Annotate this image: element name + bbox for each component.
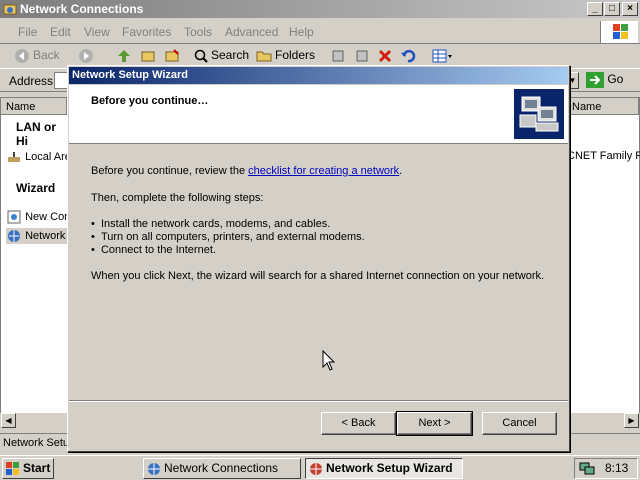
wizard-heading: Before you continue… — [91, 95, 209, 107]
copy-icon[interactable] — [354, 48, 370, 64]
back-arrow-icon — [15, 49, 29, 63]
start-button[interactable]: Start — [2, 458, 54, 479]
list-item-network-setup[interactable]: Network — [6, 228, 70, 244]
new-connection-wizard-icon — [7, 210, 21, 224]
system-tray: 8:13 — [574, 458, 638, 479]
maximize-button[interactable]: □ — [604, 2, 620, 16]
list-item-cnet-family[interactable]: CNET Family PC — [567, 150, 640, 162]
task-network-setup-wizard[interactable]: Network Setup Wizard — [305, 458, 463, 479]
back-button[interactable]: Back — [33, 48, 60, 62]
list-item-local-area[interactable]: Local Are — [6, 150, 71, 164]
views-icon[interactable] — [432, 48, 454, 64]
menu-advanced[interactable]: Advanced — [225, 25, 278, 39]
list-item-label: Network — [25, 229, 66, 242]
name-column-header-right[interactable]: Name — [567, 98, 639, 115]
checklist-link[interactable]: checklist for creating a network — [248, 165, 399, 177]
group-header-wizard: Wizard — [16, 181, 56, 195]
network-tray-icon[interactable] — [579, 461, 595, 476]
step-text: Turn on all computers, printers, and ext… — [100, 231, 365, 243]
search-icon — [194, 49, 208, 63]
step-item: • Turn on all computers, printers, and e… — [91, 231, 365, 243]
start-label: Start — [23, 461, 51, 475]
menu-view[interactable]: View — [84, 25, 110, 39]
network-folder-icon — [3, 4, 17, 15]
list-item-label: Local Are — [25, 150, 71, 163]
next-button[interactable]: Next > — [396, 411, 473, 436]
go-button[interactable]: Go — [586, 72, 623, 88]
wizard-header: Before you continue… — [69, 85, 568, 144]
lan-connection-icon — [8, 152, 20, 162]
network-setup-wizard-icon — [310, 463, 322, 475]
explorer-titlebar[interactable]: Network Connections _ □ × — [0, 0, 640, 18]
menu-help[interactable]: Help — [289, 25, 314, 39]
next-note: When you click Next, the wizard will sea… — [91, 270, 545, 282]
search-button[interactable]: Search — [211, 48, 249, 62]
go-label: Go — [607, 72, 624, 87]
move-to-icon[interactable] — [140, 48, 156, 64]
network-computers-icon — [514, 89, 564, 139]
file-list-right: Name CNET Family PC — [566, 97, 640, 427]
address-input[interactable] — [54, 72, 68, 89]
step-text: Install the network cards, modems, and c… — [100, 218, 331, 230]
list-item-label: New Con — [25, 210, 71, 223]
step-item: • Connect to the Internet. — [91, 244, 216, 256]
mouse-pointer-icon — [322, 350, 336, 371]
menu-favorites[interactable]: Favorites — [122, 25, 171, 39]
wizard-separator — [69, 400, 568, 402]
go-arrow-icon — [586, 72, 604, 88]
undo-icon[interactable] — [400, 48, 416, 64]
delete-icon[interactable] — [377, 48, 393, 64]
task-network-connections[interactable]: Network Connections — [143, 458, 301, 479]
copy-to-icon[interactable] — [164, 48, 180, 64]
network-setup-wizard-dialog: Network Setup Wizard Before you continue… — [67, 65, 570, 452]
menu-file[interactable]: File — [18, 25, 37, 39]
standard-toolbar: Back Search Folders — [0, 45, 640, 67]
menu-tools[interactable]: Tools — [184, 25, 212, 39]
windows-flag-icon — [6, 462, 19, 475]
back-button[interactable]: < Back — [321, 412, 396, 435]
wizard-titlebar[interactable]: Network Setup Wizard — [69, 67, 568, 84]
step-text: Connect to the Internet. — [100, 244, 216, 256]
up-folder-icon[interactable] — [116, 48, 132, 64]
cancel-button[interactable]: Cancel — [482, 412, 557, 435]
steps-intro: Then, complete the following steps: — [91, 192, 264, 204]
group-header-lan: LAN or Hi — [16, 120, 56, 148]
scroll-right-button[interactable]: ▶ — [624, 413, 639, 428]
network-connections-icon — [148, 463, 160, 475]
menu-edit[interactable]: Edit — [50, 25, 71, 39]
windows-logo-icon — [600, 21, 638, 43]
minimize-button[interactable]: _ — [587, 2, 603, 16]
step-item: • Install the network cards, modems, and… — [91, 218, 331, 230]
network-setup-wizard-icon — [8, 230, 20, 242]
name-column-header[interactable]: Name — [1, 98, 67, 115]
forward-arrow-icon[interactable] — [78, 48, 94, 64]
task-label: Network Setup Wizard — [326, 461, 453, 475]
folders-button[interactable]: Folders — [275, 48, 315, 62]
menu-bar: File Edit View Favorites Tools Advanced … — [0, 20, 640, 44]
file-list-left: Name LAN or Hi Local Are Wizard New Con … — [0, 97, 71, 427]
move-icon[interactable] — [330, 48, 346, 64]
folders-icon — [256, 51, 272, 62]
taskbar: Start Network Connections Network Setup … — [0, 455, 640, 480]
intro-prefix: Before you continue, review the — [91, 165, 249, 177]
close-button[interactable]: × — [622, 2, 638, 16]
scroll-left-button[interactable]: ◀ — [1, 413, 16, 428]
list-item-new-connection[interactable]: New Con — [6, 209, 70, 225]
clock[interactable]: 8:13 — [605, 459, 628, 478]
task-label: Network Connections — [164, 461, 279, 475]
address-label: Address — [9, 74, 54, 88]
explorer-title: Network Connections — [20, 2, 144, 16]
intro-suffix: . — [399, 165, 403, 177]
intro-text: Before you continue, review the checklis… — [91, 165, 402, 177]
